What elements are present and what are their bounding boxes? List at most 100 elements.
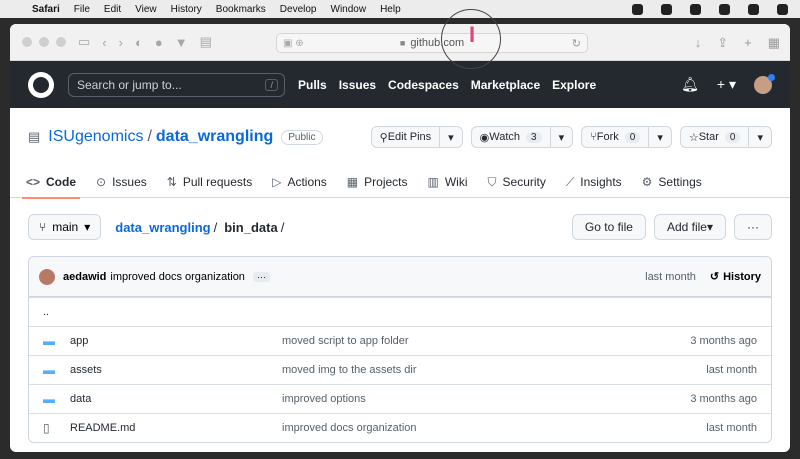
more-options-button[interactable]: ··· bbox=[734, 214, 772, 240]
file-commit-message[interactable]: improved options bbox=[282, 393, 690, 405]
tab-actions[interactable]: ▷ Actions bbox=[272, 166, 327, 198]
forward-icon[interactable]: › bbox=[119, 35, 123, 50]
menu-develop[interactable]: Develop bbox=[280, 4, 317, 15]
mute-icon[interactable] bbox=[748, 3, 759, 15]
pull-request-icon: ⇅ bbox=[166, 175, 177, 189]
sidebar-icon[interactable]: ▭ bbox=[78, 34, 90, 50]
tab-pull-requests-label: Pull requests bbox=[182, 175, 253, 189]
lock-icon: ■ bbox=[399, 38, 406, 48]
breadcrumb-root-link[interactable]: data_wrangling bbox=[115, 220, 210, 235]
nav-issues[interactable]: Issues bbox=[339, 78, 376, 92]
menu-app-name[interactable]: Safari bbox=[32, 4, 60, 15]
menu-bookmarks[interactable]: Bookmarks bbox=[216, 4, 266, 15]
repo-actions: ⚲ Edit Pins ▾ ◉ Watch 3 ▾ ⑂ Fork 0 ▾ ☆ S… bbox=[370, 126, 772, 148]
file-name[interactable]: data bbox=[70, 393, 282, 405]
cloud-icon[interactable] bbox=[719, 3, 730, 15]
menu-edit[interactable]: Edit bbox=[104, 4, 121, 15]
tab-pull-requests[interactable]: ⇅ Pull requests bbox=[167, 166, 252, 198]
parent-directory-row[interactable]: .. bbox=[29, 297, 771, 326]
tab-overview-icon[interactable]: ▦ bbox=[768, 35, 780, 51]
repo-owner-link[interactable]: ISUgenomics bbox=[48, 128, 143, 146]
minimize-window-button[interactable] bbox=[39, 37, 49, 47]
tab-settings[interactable]: ⚙ Settings bbox=[642, 166, 702, 198]
reader-icon[interactable]: ▤ bbox=[200, 34, 212, 50]
go-to-file-button[interactable]: Go to file bbox=[571, 214, 646, 240]
chevron-down-icon[interactable]: ▾ bbox=[439, 127, 462, 147]
chevron-down-icon[interactable]: ▾ bbox=[748, 127, 771, 147]
avatar[interactable] bbox=[754, 73, 775, 94]
create-new-icon[interactable]: + ▾ bbox=[717, 76, 736, 93]
extension-icon[interactable] bbox=[661, 3, 672, 15]
grammarly-extension-icon[interactable]: ● bbox=[155, 35, 163, 50]
shield-icon[interactable]: ◐ bbox=[135, 35, 143, 50]
tab-insights[interactable]: ⟋ Insights bbox=[566, 166, 622, 198]
add-file-button[interactable]: Add file ▾ bbox=[653, 214, 726, 240]
file-commit-message[interactable]: improved docs organization bbox=[282, 422, 706, 434]
address-bar[interactable]: ▣ ⊕ ■ github.com ↻ bbox=[276, 33, 588, 53]
fork-button[interactable]: ⑂ Fork 0 ▾ bbox=[581, 126, 672, 148]
edit-pins-button[interactable]: ⚲ Edit Pins ▾ bbox=[370, 126, 463, 148]
commit-author[interactable]: aedawid bbox=[63, 271, 106, 283]
record-icon[interactable] bbox=[632, 3, 643, 15]
file-row[interactable]: ▬ data improved options 3 months ago bbox=[29, 384, 771, 413]
commit-message[interactable]: improved docs organization bbox=[110, 271, 245, 283]
star-button[interactable]: ☆ Star 0 ▾ bbox=[679, 126, 772, 148]
menu-view[interactable]: View bbox=[135, 4, 157, 15]
history-link[interactable]: ↺ History bbox=[710, 270, 761, 284]
repo-name-link[interactable]: data_wrangling bbox=[156, 128, 273, 146]
commit-author-avatar[interactable] bbox=[39, 268, 55, 285]
close-window-button[interactable] bbox=[22, 37, 32, 47]
watch-button[interactable]: ◉ Watch 3 ▾ bbox=[470, 126, 574, 148]
commit-expand-button[interactable]: ··· bbox=[252, 271, 270, 282]
search-input[interactable]: Search or jump to... / bbox=[68, 72, 285, 97]
zoom-window-button[interactable] bbox=[56, 37, 66, 47]
file-row[interactable]: ▬ assets moved img to the assets dir las… bbox=[29, 355, 771, 384]
menu-window[interactable]: Window bbox=[331, 4, 367, 15]
tab-issues-label: Issues bbox=[112, 175, 147, 189]
chevron-down-icon[interactable]: ▾ bbox=[549, 127, 573, 147]
grammarly-icon[interactable] bbox=[690, 3, 701, 15]
menu-history[interactable]: History bbox=[171, 4, 202, 15]
file-name[interactable]: app bbox=[70, 335, 282, 347]
branch-selector[interactable]: ⑂ main ▾ bbox=[28, 214, 102, 240]
tab-security[interactable]: ⛉ Security bbox=[488, 166, 546, 198]
star-label: Star bbox=[698, 131, 719, 143]
file-name[interactable]: assets bbox=[70, 364, 282, 376]
parent-directory-link[interactable]: .. bbox=[43, 306, 49, 318]
tab-issues[interactable]: ⊙ Issues bbox=[96, 166, 147, 198]
file-commit-message[interactable]: moved script to app folder bbox=[282, 335, 690, 347]
mac-menubar: Safari File Edit View History Bookmarks … bbox=[0, 0, 800, 18]
eye-icon: ◉ bbox=[479, 131, 490, 144]
folder-icon: ▬ bbox=[43, 363, 55, 377]
menu-help[interactable]: Help bbox=[380, 4, 401, 15]
breadcrumb-current: bin_data bbox=[224, 219, 278, 235]
file-row[interactable]: ▬ app moved script to app folder 3 month… bbox=[29, 326, 771, 355]
back-icon[interactable]: ‹ bbox=[102, 35, 106, 50]
tab-projects[interactable]: ▦ Projects bbox=[347, 166, 408, 198]
bell-icon[interactable]: 🔔︎ bbox=[681, 76, 699, 93]
nav-codespaces[interactable]: Codespaces bbox=[388, 78, 459, 92]
nav-marketplace[interactable]: Marketplace bbox=[471, 78, 540, 92]
download-icon[interactable]: ↓ bbox=[695, 35, 702, 51]
tab-wiki[interactable]: ▥ Wiki bbox=[428, 166, 468, 198]
new-tab-icon[interactable]: + bbox=[744, 35, 752, 51]
commit-time: last month bbox=[645, 270, 696, 283]
nav-pulls[interactable]: Pulls bbox=[298, 78, 327, 92]
reload-icon[interactable]: ↻ bbox=[572, 37, 581, 50]
shield-icon: ⛉ bbox=[487, 174, 497, 189]
chevron-down-icon[interactable]: ▾ bbox=[648, 127, 671, 147]
tab-code[interactable]: <> Code bbox=[21, 166, 81, 199]
file-name[interactable]: README.md bbox=[70, 422, 282, 434]
file-commit-message[interactable]: moved img to the assets dir bbox=[282, 364, 706, 376]
extension-icon[interactable]: ▼ bbox=[175, 35, 188, 50]
code-icon: <> bbox=[26, 175, 41, 189]
github-logo-icon[interactable] bbox=[28, 71, 54, 98]
camera-icon[interactable] bbox=[777, 3, 788, 15]
file-list: aedawid improved docs organization ··· l… bbox=[28, 256, 772, 443]
nav-explore[interactable]: Explore bbox=[552, 78, 596, 92]
menu-file[interactable]: File bbox=[74, 4, 90, 15]
share-icon[interactable]: ⇪ bbox=[717, 35, 728, 51]
file-row[interactable]: ▯ README.md improved docs organization l… bbox=[29, 413, 771, 442]
tab-actions-label: Actions bbox=[287, 175, 327, 189]
file-commit-time: last month bbox=[706, 422, 757, 434]
